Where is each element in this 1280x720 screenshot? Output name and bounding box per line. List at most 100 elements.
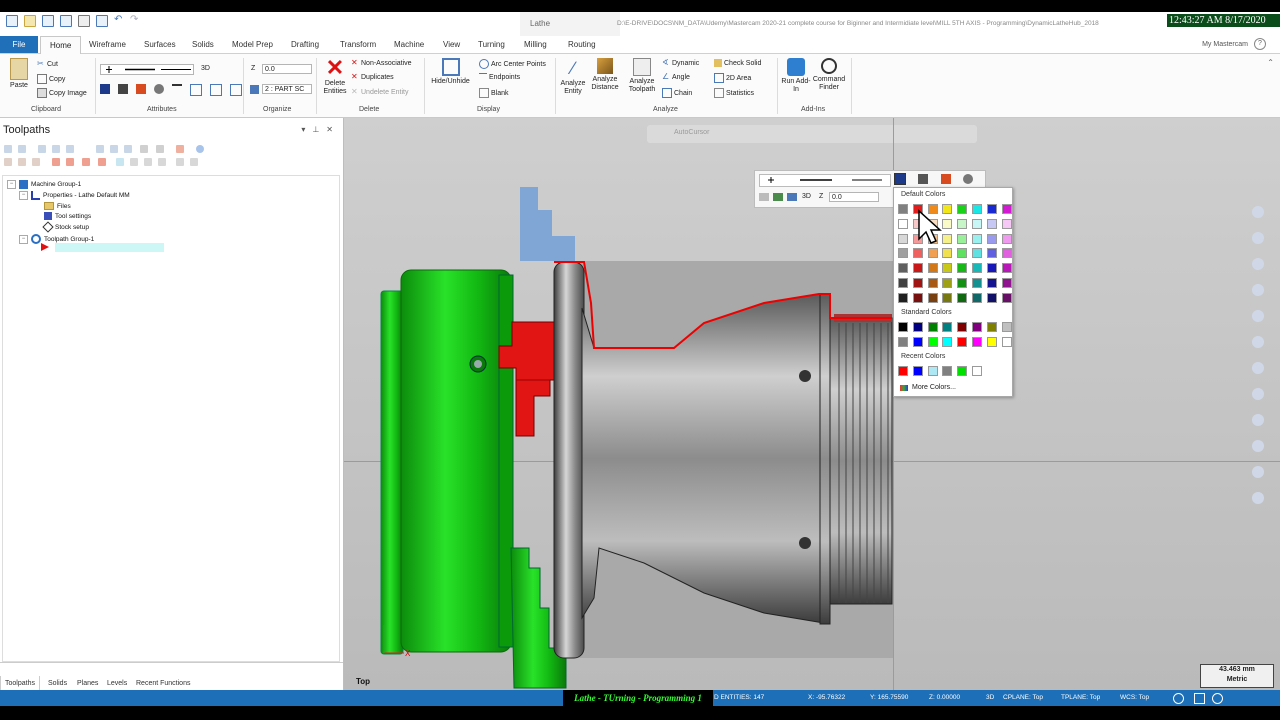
default-color-swatch[interactable] xyxy=(898,292,908,303)
backplot-icon[interactable] xyxy=(66,145,74,153)
verify-icon[interactable] xyxy=(96,145,104,153)
standard-color-swatch[interactable] xyxy=(927,336,938,347)
post-icon[interactable] xyxy=(124,145,132,153)
insert-arrow-icon[interactable] xyxy=(82,158,90,166)
default-color-swatch[interactable] xyxy=(898,277,908,288)
default-color-swatch[interactable] xyxy=(942,292,953,303)
tab-turning[interactable]: Turning xyxy=(478,40,505,49)
solid-color-icon[interactable] xyxy=(136,84,146,94)
mini-line-width-icon[interactable] xyxy=(759,193,769,201)
close-icon[interactable]: ✕ xyxy=(326,125,333,134)
default-color-swatch[interactable] xyxy=(898,263,908,274)
standard-color-swatch[interactable] xyxy=(912,336,923,347)
select-failed-icon[interactable] xyxy=(18,145,26,153)
save-as-icon[interactable] xyxy=(60,15,72,27)
paste-button[interactable]: Paste xyxy=(6,58,32,90)
my-mastercam-link[interactable]: My Mastercam xyxy=(1202,41,1248,48)
standard-color-swatch[interactable] xyxy=(898,336,908,347)
shade-icon[interactable] xyxy=(1252,388,1264,400)
mini-clear-icon[interactable] xyxy=(773,193,783,201)
undo-icon[interactable]: ↶ xyxy=(114,15,124,25)
color-icon[interactable] xyxy=(100,84,110,94)
standard-color-swatch[interactable] xyxy=(912,322,923,332)
default-color-swatch[interactable] xyxy=(898,248,908,259)
copy-button[interactable]: Copy xyxy=(37,74,65,84)
collapse-toggle-icon[interactable]: − xyxy=(7,180,16,189)
recent-color-swatch[interactable] xyxy=(942,366,953,376)
default-color-swatch[interactable] xyxy=(927,277,938,288)
gview-icon[interactable] xyxy=(1252,362,1264,374)
tab-routing[interactable]: Routing xyxy=(568,40,596,49)
statistics-button[interactable]: Statistics xyxy=(714,88,754,98)
cut-button[interactable]: ✂ Cut xyxy=(37,60,58,68)
default-color-swatch[interactable] xyxy=(971,263,982,274)
measure-icon[interactable] xyxy=(1252,232,1264,244)
graphics-viewport[interactable]: AutoCursor X 3D Z 0.0 Top 43.463 mm Metr… xyxy=(344,118,1280,690)
move-down-icon[interactable] xyxy=(52,158,60,166)
delete-entities-button[interactable]: ✕ Delete Entities xyxy=(319,57,351,96)
command-finder-button[interactable]: Command Finder xyxy=(811,58,847,92)
select-all-icon[interactable] xyxy=(4,145,12,153)
tree-properties[interactable]: − Properties - Lathe Default MM xyxy=(19,191,130,200)
line-style-selector[interactable] xyxy=(100,64,194,75)
tree-machine-group[interactable]: − Machine Group-1 xyxy=(7,180,81,189)
mini-set-all-icon[interactable] xyxy=(787,193,797,201)
standard-color-swatch[interactable] xyxy=(986,336,997,347)
rotate-icon[interactable] xyxy=(1252,258,1264,270)
default-color-swatch[interactable] xyxy=(1001,263,1012,274)
tab-milling[interactable]: Milling xyxy=(524,40,547,49)
default-color-swatch[interactable] xyxy=(986,233,997,244)
default-color-swatch[interactable] xyxy=(1001,277,1012,288)
default-color-swatch[interactable] xyxy=(912,248,923,259)
fit-icon[interactable] xyxy=(1252,310,1264,322)
tab-model-prep[interactable]: Model Prep xyxy=(232,40,273,49)
default-color-swatch[interactable] xyxy=(971,218,982,229)
analyze-distance-button[interactable]: Analyze Distance xyxy=(588,58,622,92)
bug-icon[interactable] xyxy=(32,158,40,166)
recent-color-swatch[interactable] xyxy=(927,366,938,376)
standard-color-swatch[interactable] xyxy=(971,336,982,347)
save-icon[interactable] xyxy=(42,15,54,27)
default-color-swatch[interactable] xyxy=(1001,218,1012,229)
default-color-swatch[interactable] xyxy=(898,218,908,229)
area-2d-button[interactable]: 2D Area xyxy=(714,73,751,83)
tab-planes[interactable]: Planes xyxy=(77,680,98,687)
more-colors-button[interactable]: More Colors... xyxy=(900,384,956,391)
open-file-icon[interactable] xyxy=(24,15,36,27)
default-color-swatch[interactable] xyxy=(927,263,938,274)
default-color-swatch[interactable] xyxy=(986,277,997,288)
fill-icon[interactable] xyxy=(118,84,128,94)
default-color-swatch[interactable] xyxy=(957,277,968,288)
lock-row2-icon[interactable] xyxy=(4,158,12,166)
set-all-icon[interactable] xyxy=(210,84,222,96)
analyze-toolpath-button[interactable]: Analyze Toolpath xyxy=(625,58,659,94)
pan-icon[interactable] xyxy=(1252,284,1264,296)
help-icon[interactable]: ? xyxy=(1254,38,1266,50)
move-up-icon[interactable] xyxy=(66,158,74,166)
dynamic-button[interactable]: ∢ Dynamic xyxy=(662,59,699,67)
tab-view[interactable]: View xyxy=(443,40,460,49)
mini-point-icon[interactable] xyxy=(963,174,973,184)
default-color-swatch[interactable] xyxy=(912,263,923,274)
mini-line-style-selector[interactable] xyxy=(759,174,891,187)
default-color-swatch[interactable] xyxy=(986,218,997,229)
tab-recent-functions[interactable]: Recent Functions xyxy=(136,680,190,687)
default-color-swatch[interactable] xyxy=(912,277,923,288)
undelete-entity-button[interactable]: ✕ Undelete Entity xyxy=(351,88,408,96)
zoom-in-icon[interactable] xyxy=(1252,206,1264,218)
mini-z-field[interactable]: 0.0 xyxy=(829,192,879,202)
regenerate-dirty-icon[interactable] xyxy=(52,145,60,153)
default-color-swatch[interactable] xyxy=(927,292,938,303)
default-color-swatch[interactable] xyxy=(957,204,968,214)
redo-icon[interactable]: ↷ xyxy=(130,15,140,25)
settings-icon[interactable] xyxy=(230,84,242,96)
standard-color-swatch[interactable] xyxy=(898,322,908,332)
default-color-swatch[interactable] xyxy=(927,248,938,259)
collapse-toggle-icon[interactable]: − xyxy=(19,234,28,244)
wave-icon[interactable] xyxy=(18,158,26,166)
default-color-swatch[interactable] xyxy=(1001,204,1012,214)
tab-surfaces[interactable]: Surfaces xyxy=(144,40,176,49)
default-color-swatch[interactable] xyxy=(986,292,997,303)
collapse-toggle-icon[interactable]: − xyxy=(19,191,28,200)
standard-color-swatch[interactable] xyxy=(942,336,953,347)
